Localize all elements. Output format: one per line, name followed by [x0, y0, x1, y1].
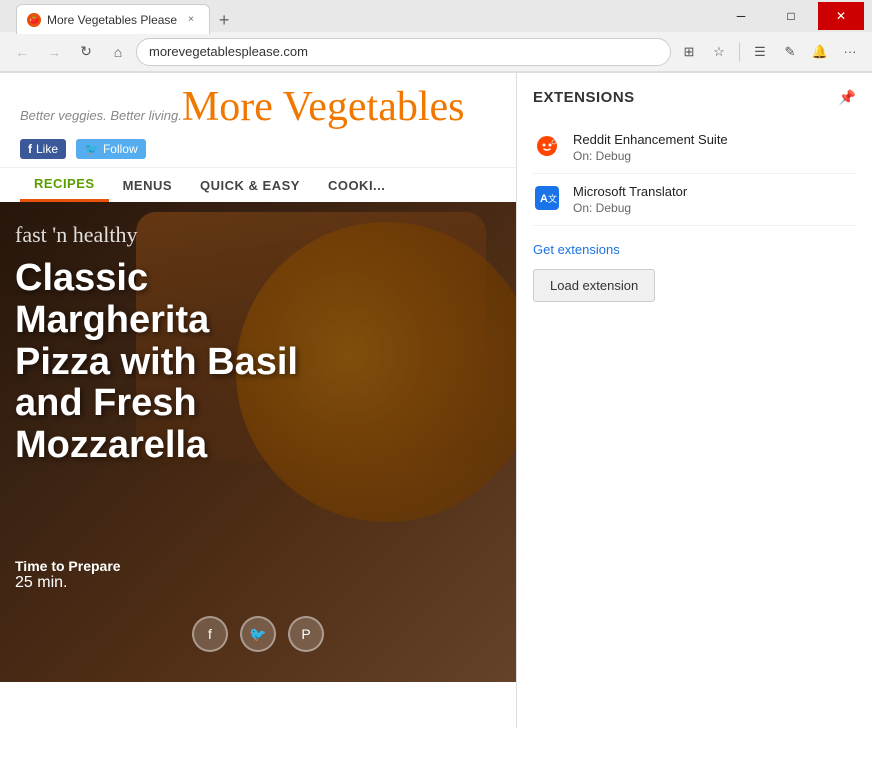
- hub-button[interactable]: ☰: [746, 38, 774, 66]
- address-bar-row: ← → ↻ ⌂ morevegetablesplease.com ⊞ ☆ ☰ ✎…: [0, 32, 872, 72]
- hero-bottom: Time to Prepare 25 min.: [15, 558, 121, 592]
- hero-title: Classic Margherita Pizza with Basil and …: [15, 258, 305, 467]
- fb-label: Like: [36, 142, 58, 156]
- nav-item-cooking[interactable]: COOKI...: [314, 170, 399, 201]
- site-logo: More Vegetables: [182, 83, 465, 131]
- hero-social-icons: f 🐦 P: [192, 616, 324, 652]
- tab-bar: 🍅 More Vegetables Please × +: [8, 0, 714, 34]
- reddit-extension-icon: [533, 132, 561, 160]
- tab-favicon: 🍅: [27, 13, 41, 27]
- twitter-follow-button[interactable]: 🐦 Follow: [76, 139, 146, 159]
- site-nav-menu: RECIPES MENUS QUICK & EASY COOKI...: [0, 168, 516, 202]
- content-area: Better veggies. Better living. More Vege…: [0, 73, 872, 728]
- address-text: morevegetablesplease.com: [149, 44, 308, 59]
- reddit-extension-status: On: Debug: [573, 149, 856, 163]
- reading-view-button[interactable]: ⊞: [675, 38, 703, 66]
- hero-facebook-icon[interactable]: f: [192, 616, 228, 652]
- website-content: Better veggies. Better living. More Vege…: [0, 73, 516, 728]
- site-header: Better veggies. Better living. More Vege…: [0, 73, 516, 131]
- translator-extension-status: On: Debug: [573, 201, 856, 215]
- twitter-icon: 🐦: [84, 142, 99, 156]
- site-tagline: Better veggies. Better living.: [20, 108, 182, 123]
- hero-text: fast 'n healthy Classic Margherita Pizza…: [15, 222, 305, 467]
- pen-button[interactable]: ✎: [776, 38, 804, 66]
- reddit-extension-name: Reddit Enhancement Suite: [573, 132, 856, 147]
- more-button[interactable]: ···: [836, 38, 864, 66]
- load-extension-button[interactable]: Load extension: [533, 269, 655, 302]
- address-bar[interactable]: morevegetablesplease.com: [136, 38, 671, 66]
- forward-button[interactable]: →: [40, 38, 68, 66]
- facebook-like-button[interactable]: f Like: [20, 139, 66, 159]
- browser-chrome: 🍅 More Vegetables Please × + ─ □ ✕ ← → ↻…: [0, 0, 872, 73]
- tab-close-button[interactable]: ×: [183, 12, 199, 28]
- title-bar: 🍅 More Vegetables Please × + ─ □ ✕: [0, 0, 872, 32]
- extension-item-translator: A 文 Microsoft Translator On: Debug: [533, 174, 856, 226]
- active-tab[interactable]: 🍅 More Vegetables Please ×: [16, 4, 210, 34]
- bell-button[interactable]: 🔔: [806, 38, 834, 66]
- translator-extension-name: Microsoft Translator: [573, 184, 856, 199]
- get-extensions-link[interactable]: Get extensions: [533, 242, 856, 257]
- maximize-button[interactable]: □: [768, 2, 814, 30]
- close-button[interactable]: ✕: [818, 2, 864, 30]
- favorites-button[interactable]: ☆: [705, 38, 733, 66]
- hero-subtitle: fast 'n healthy: [15, 222, 305, 248]
- minimize-button[interactable]: ─: [718, 2, 764, 30]
- new-tab-button[interactable]: +: [210, 6, 238, 34]
- extensions-pin-icon[interactable]: 📌: [839, 89, 856, 106]
- prep-time-label: Time to Prepare: [15, 558, 121, 574]
- prep-time-value: 25 min.: [15, 574, 121, 592]
- extensions-title: EXTENSIONS: [533, 89, 635, 106]
- fb-icon: f: [28, 142, 32, 156]
- back-button[interactable]: ←: [8, 38, 36, 66]
- translator-extension-info: Microsoft Translator On: Debug: [573, 184, 856, 215]
- nav-item-recipes[interactable]: RECIPES: [20, 168, 109, 202]
- divider: [739, 42, 740, 62]
- svg-text:A: A: [540, 193, 548, 205]
- twitter-label: Follow: [103, 142, 138, 156]
- toolbar-right: ⊞ ☆ ☰ ✎ 🔔 ···: [675, 38, 864, 66]
- reddit-extension-info: Reddit Enhancement Suite On: Debug: [573, 132, 856, 163]
- social-nav-bar: f Like 🐦 Follow: [0, 131, 516, 168]
- hero-pinterest-icon[interactable]: P: [288, 616, 324, 652]
- translator-extension-icon: A 文: [533, 184, 561, 212]
- refresh-button[interactable]: ↻: [72, 38, 100, 66]
- extensions-header: EXTENSIONS 📌: [533, 89, 856, 106]
- tab-title: More Vegetables Please: [47, 13, 177, 27]
- hero-twitter-icon[interactable]: 🐦: [240, 616, 276, 652]
- home-button[interactable]: ⌂: [104, 38, 132, 66]
- nav-item-quick-easy[interactable]: QUICK & EASY: [186, 170, 314, 201]
- extensions-panel: EXTENSIONS 📌 Reddit Enhancement Suite On…: [516, 73, 872, 728]
- svg-text:文: 文: [548, 193, 557, 204]
- extension-item-reddit: Reddit Enhancement Suite On: Debug: [533, 122, 856, 174]
- hero-section: fast 'n healthy Classic Margherita Pizza…: [0, 202, 516, 682]
- nav-item-menus[interactable]: MENUS: [109, 170, 186, 201]
